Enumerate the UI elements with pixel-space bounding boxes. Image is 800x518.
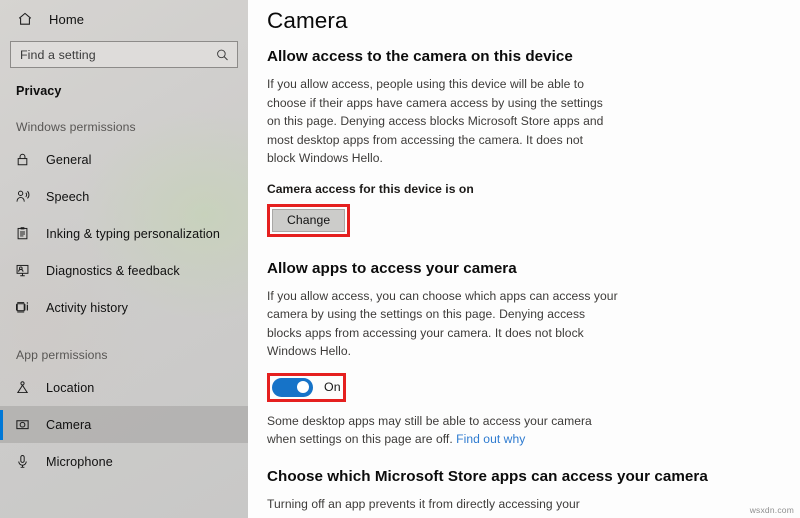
section-heading-store-apps: Choose which Microsoft Store apps can ac… <box>267 467 708 485</box>
toggle-knob <box>297 381 309 394</box>
sidebar-item-label-camera: Camera <box>46 417 92 432</box>
change-button[interactable]: Change <box>272 208 346 232</box>
search-placeholder: Find a setting <box>20 47 96 62</box>
location-pin-icon <box>14 379 31 396</box>
sidebar-item-label-diagnostics-feedback: Diagnostics & feedback <box>46 263 180 278</box>
section-heading-apps-access: Allow apps to access your camera <box>267 259 517 277</box>
monitor-person-icon <box>14 262 31 279</box>
desktop-apps-note-text: Some desktop apps may still be able to a… <box>267 413 592 447</box>
find-out-why-link[interactable]: Find out why <box>456 432 525 446</box>
sidebar-group-header-windows-permissions: Windows permissions <box>16 120 136 134</box>
sidebar-item-label-speech: Speech <box>46 189 90 204</box>
sidebar-item-location[interactable]: Location <box>0 369 248 406</box>
home-icon <box>16 11 33 28</box>
clipboard-pen-icon <box>14 225 31 242</box>
sidebar-item-label-activity-history: Activity history <box>46 300 129 315</box>
sidebar-item-diagnostics-feedback[interactable]: Diagnostics & feedback <box>0 252 248 289</box>
section-heading-device-access: Allow access to the camera on this devic… <box>267 48 573 65</box>
microphone-icon <box>14 453 31 470</box>
section-body-device-access: If you allow access, people using this d… <box>267 77 604 166</box>
watermark: wsxdn.com <box>749 505 794 515</box>
sidebar-item-home[interactable]: Home <box>0 0 248 38</box>
selection-accent-bar <box>0 409 3 440</box>
sidebar-item-camera[interactable]: Camera <box>0 406 248 443</box>
person-speech-icon <box>14 188 31 205</box>
sidebar-item-microphone[interactable]: Microphone <box>0 443 248 480</box>
apps-camera-toggle-row[interactable]: On <box>272 377 341 397</box>
section-body-apps-access: If you allow access, you can choose whic… <box>267 288 618 359</box>
search-icon[interactable] <box>216 48 229 61</box>
sidebar-group-header-app-permissions: App permissions <box>16 348 108 362</box>
lock-icon <box>14 151 31 168</box>
sidebar-item-label-general: General <box>46 152 92 167</box>
sidebar-category-title: Privacy <box>16 84 62 98</box>
sidebar-item-label-microphone: Microphone <box>46 454 113 469</box>
settings-window: Home Find a setting Privacy Windows perm… <box>0 0 800 518</box>
sidebar-item-label-inking-typing: Inking & typing personalization <box>46 226 220 241</box>
sidebar-item-speech[interactable]: Speech <box>0 178 248 215</box>
device-access-status: Camera access for this device is on <box>267 181 474 196</box>
search-container: Find a setting <box>0 38 248 68</box>
search-input[interactable]: Find a setting <box>10 41 238 68</box>
toggle-state-label: On <box>324 380 341 395</box>
section-body-store-apps: Turning off an app prevents it from dire… <box>267 497 609 518</box>
sidebar-item-activity-history[interactable]: Activity history <box>0 289 248 326</box>
sidebar-item-inking-typing[interactable]: Inking & typing personalization <box>0 215 248 252</box>
sidebar-item-general[interactable]: General <box>0 141 248 178</box>
apps-camera-toggle[interactable] <box>272 377 313 397</box>
sidebar-item-label-home: Home <box>49 11 85 27</box>
camera-icon <box>14 416 31 433</box>
page-title: Camera <box>267 8 348 33</box>
annotation-box-apps-toggle: On <box>267 372 346 402</box>
main-content: Camera Allow access to the camera on thi… <box>248 0 800 518</box>
sidebar: Home Find a setting Privacy Windows perm… <box>0 0 248 518</box>
desktop-apps-note: Some desktop apps may still be able to a… <box>267 412 619 449</box>
sidebar-item-label-location: Location <box>46 380 95 395</box>
activity-history-icon <box>14 299 31 316</box>
annotation-box-change-button: Change <box>267 203 351 237</box>
